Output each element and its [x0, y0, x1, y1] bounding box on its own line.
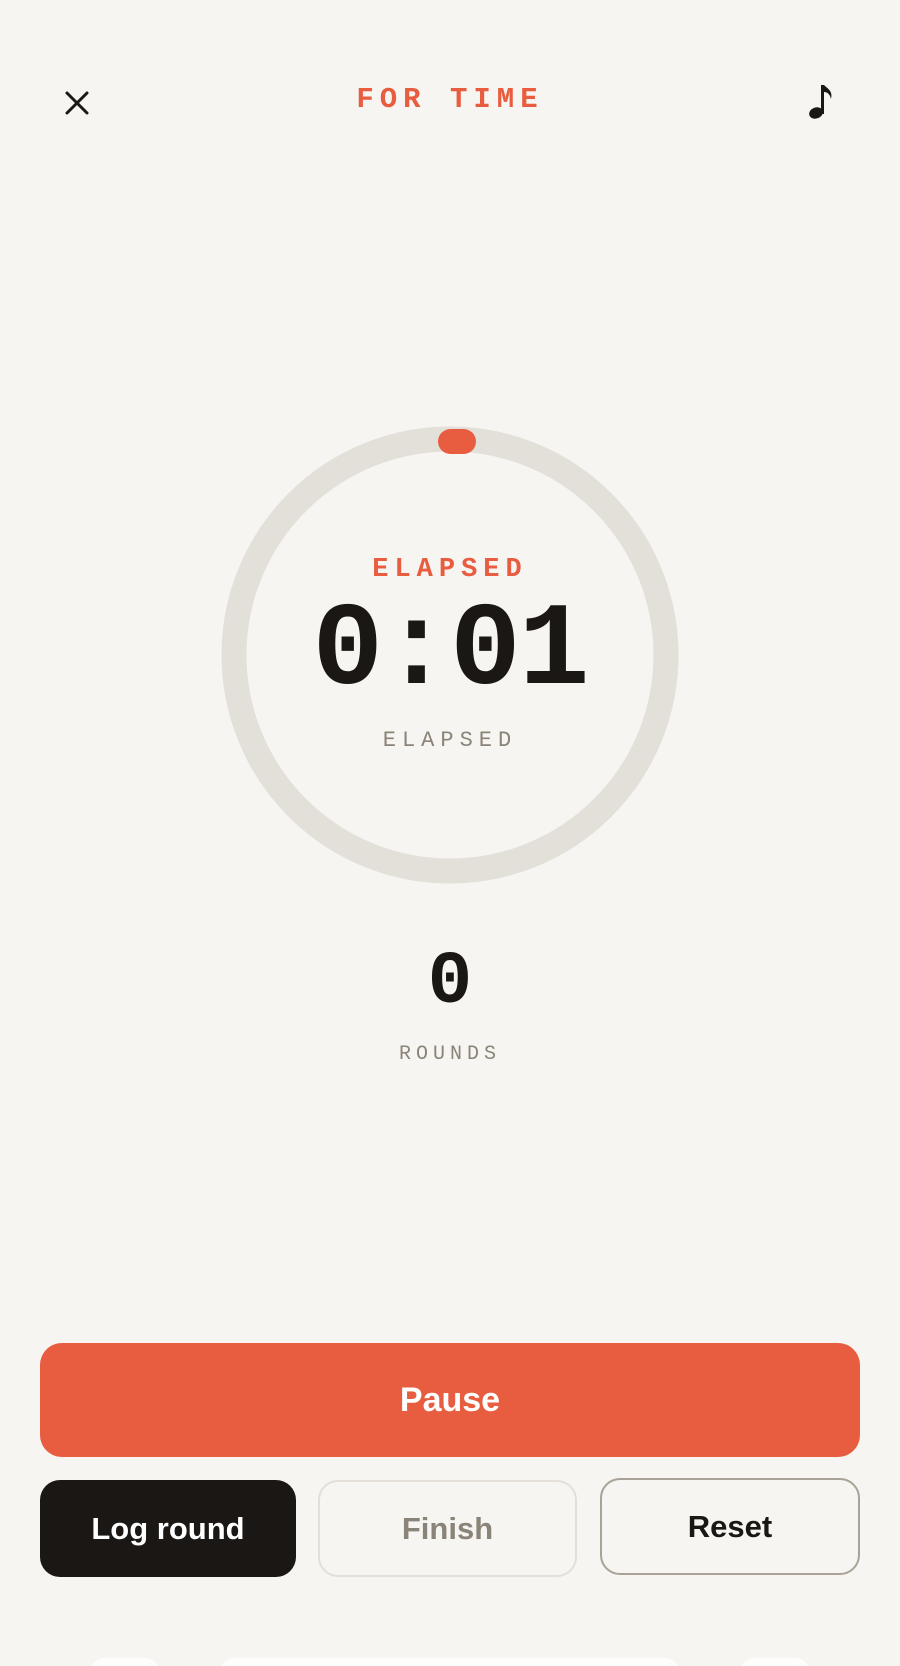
log-round-button[interactable]: Log round: [40, 1480, 296, 1577]
page-title: FOR TIME: [356, 83, 544, 116]
reset-button[interactable]: Reset: [600, 1478, 860, 1575]
timer-progress-marker: [438, 429, 476, 454]
bottom-fade: [0, 1640, 900, 1666]
elapsed-label-top: ELAPSED: [372, 555, 528, 585]
music-button[interactable]: [795, 72, 847, 130]
music-note-icon: [809, 85, 832, 119]
pause-button[interactable]: Pause: [40, 1343, 860, 1457]
rounds-label: ROUNDS: [398, 1043, 501, 1066]
rounds-count: 0: [427, 941, 473, 1025]
header: FOR TIME: [0, 0, 900, 205]
elapsed-label-bottom: ELAPSED: [382, 728, 518, 753]
elapsed-time: 0:01: [312, 586, 589, 719]
finish-button[interactable]: Finish: [318, 1480, 577, 1577]
